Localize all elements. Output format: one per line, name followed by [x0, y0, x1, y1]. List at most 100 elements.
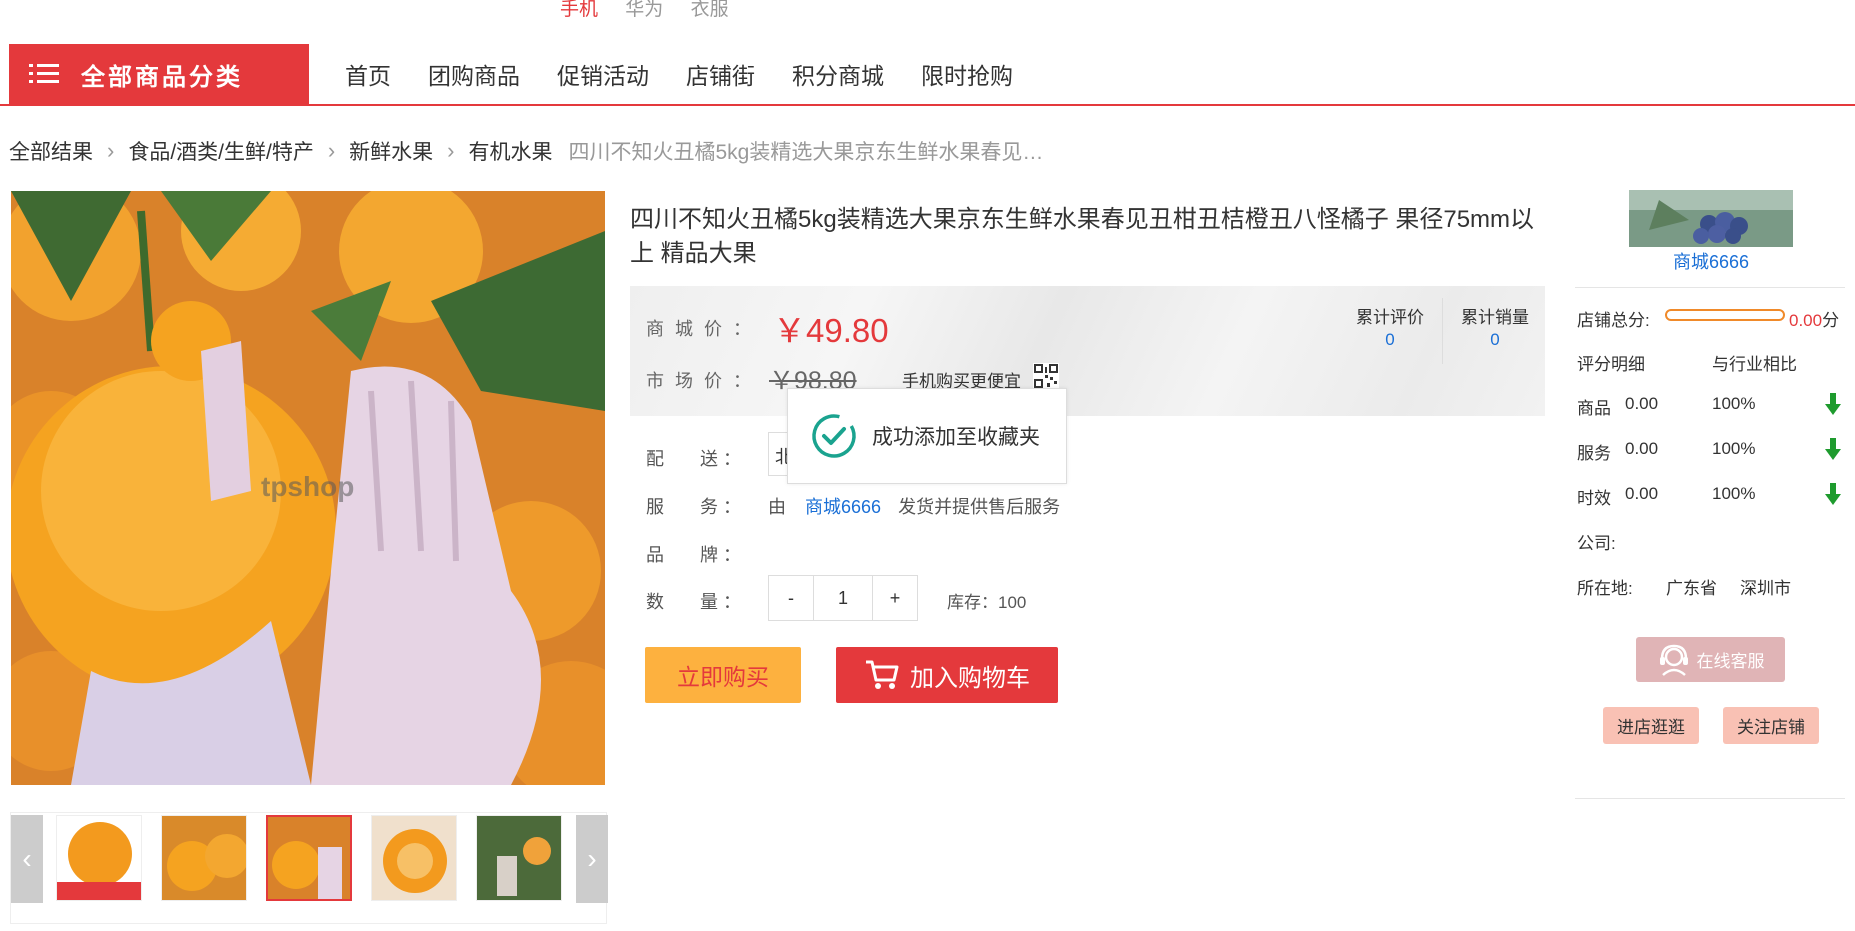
thumbnail[interactable]: [476, 815, 562, 901]
follow-shop-button[interactable]: 关注店铺: [1723, 707, 1819, 744]
quantity-input[interactable]: 1: [813, 576, 873, 620]
shop-logo-image: [1629, 190, 1793, 247]
service-info: 由 商城6666 发货并提供售后服务: [768, 493, 1060, 519]
quantity-minus-button[interactable]: -: [769, 576, 813, 620]
company-label: 公司:: [1577, 534, 1616, 553]
service-suffix: 发货并提供售后服务: [898, 497, 1061, 517]
online-service-button[interactable]: 在线客服: [1636, 637, 1785, 682]
divider: [1575, 798, 1845, 799]
breadcrumb-item[interactable]: 有机水果: [469, 136, 553, 166]
all-categories-label: 全部商品分类: [81, 63, 243, 91]
enter-shop-button[interactable]: 进店逛逛: [1603, 707, 1699, 744]
review-stat: 累计评价 0: [1350, 303, 1430, 350]
quantity-plus-button[interactable]: +: [873, 576, 917, 620]
main-nav: 首页 团购商品 促销活动 店铺街 积分商城 限时抢购: [345, 44, 1050, 104]
mall-price: ￥49.80: [773, 312, 889, 349]
sales-label: 累计销量: [1461, 308, 1529, 327]
online-service-label: 在线客服: [1696, 652, 1765, 671]
all-categories-button[interactable]: 全部商品分类: [9, 44, 309, 104]
hot-search-words: 手机 华为 衣服: [560, 0, 751, 21]
thumbnail[interactable]: [56, 815, 142, 901]
nav-home[interactable]: 首页: [345, 57, 391, 91]
breadcrumb-current: 四川不知火丑橘5kg装精选大果京东生鲜水果春见…: [568, 141, 1044, 164]
main-product-image[interactable]: tpshop: [11, 191, 605, 785]
nav-points-mall[interactable]: 积分商城: [792, 57, 884, 91]
hot-word[interactable]: 华为: [625, 0, 663, 20]
cart-icon: [866, 660, 899, 689]
shop-score-unit: 分: [1822, 311, 1840, 330]
service-prefix: 由: [768, 497, 786, 517]
hot-word[interactable]: 衣服: [691, 0, 729, 20]
hot-word[interactable]: 手机: [560, 0, 598, 20]
chevron-right-icon: ›: [107, 138, 115, 163]
location-province: 广东省: [1666, 579, 1717, 598]
product-title: 四川不知火丑橘5kg装精选大果京东生鲜水果春见丑柑丑桔橙丑八怪橘子 果径75mm…: [630, 206, 1535, 267]
nav-group-buy[interactable]: 团购商品: [428, 57, 520, 91]
watermark: tpshop: [261, 471, 355, 502]
shop-name-link[interactable]: 商城6666: [1629, 248, 1793, 274]
shop-total-score-label: 店铺总分:: [1577, 311, 1650, 330]
add-to-cart-button[interactable]: 加入购物车: [836, 647, 1058, 703]
industry-compare-label: 与行业相比: [1712, 355, 1797, 374]
arrow-down-icon: [1825, 483, 1841, 505]
nav-shop-street[interactable]: 店铺街: [686, 57, 755, 91]
service-shop-link[interactable]: 商城6666: [805, 497, 881, 517]
breadcrumb: 全部结果 › 食品/酒类/生鲜/特产 › 新鲜水果 › 有机水果 四川不知火丑橘…: [9, 136, 1043, 166]
headset-icon: [1659, 644, 1688, 676]
score-row-timing-score: 0.00: [1625, 484, 1659, 503]
buy-now-button[interactable]: 立即购买: [645, 647, 801, 703]
location-label: 所在地:: [1577, 579, 1633, 598]
thumbnail-active[interactable]: [266, 815, 352, 901]
market-price-label: 市 场 价 ：: [646, 371, 755, 391]
toast-message: 成功添加至收藏夹: [872, 426, 1040, 449]
stock-text: 库存：100: [947, 593, 1027, 612]
score-detail-label: 评分明细: [1577, 355, 1645, 374]
thumbnail[interactable]: [371, 815, 457, 901]
chevron-right-icon[interactable]: ›: [576, 815, 608, 903]
thumbnail-image: [268, 817, 350, 899]
add-to-cart-label: 加入购物车: [910, 664, 1030, 692]
thumbnail[interactable]: [161, 815, 247, 901]
quantity-stepper: - 1 +: [768, 575, 918, 621]
sales-count: 0: [1490, 330, 1500, 349]
menu-icon: [29, 63, 59, 85]
quantity-label: 数 量 ：: [646, 592, 742, 612]
price-panel: 商 城 价 ： ￥49.80 市 场 价 ： ￥98.80 手机购买更便宜 累计…: [630, 286, 1545, 416]
divider: [1442, 298, 1443, 364]
thumbnail-image: [57, 816, 141, 900]
service-label: 服 务 ：: [646, 497, 742, 517]
thumbnail-image: [477, 816, 561, 900]
score-row-service-score: 0.00: [1625, 439, 1659, 458]
sales-stat: 累计销量 0: [1455, 303, 1535, 350]
nav-flash-sale[interactable]: 限时抢购: [921, 57, 1013, 91]
chevron-right-icon: ›: [327, 138, 336, 163]
shop-total-score-value: 0.00: [1789, 311, 1823, 330]
nav-promotions[interactable]: 促销活动: [557, 57, 649, 91]
score-row-service-name: 服务: [1577, 444, 1611, 463]
qr-code-icon[interactable]: [1033, 363, 1059, 389]
breadcrumb-item[interactable]: 食品/酒类/生鲜/特产: [128, 136, 314, 166]
breadcrumb-item[interactable]: 新鲜水果: [349, 136, 433, 166]
delivery-label: 配 送 ：: [646, 449, 742, 469]
shop-logo[interactable]: [1629, 190, 1793, 247]
review-count[interactable]: 0: [1350, 330, 1430, 350]
score-row-timing-name: 时效: [1577, 489, 1611, 508]
location-city: 深圳市: [1740, 579, 1791, 598]
chevron-right-icon: ›: [447, 138, 455, 163]
divider: [1575, 287, 1845, 288]
score-row-goods-pct: 100%: [1712, 394, 1756, 413]
review-label: 累计评价: [1356, 308, 1424, 327]
thumbnail-image: [372, 816, 456, 900]
arrow-down-icon: [1825, 438, 1841, 460]
mall-price-label: 商 城 价 ：: [646, 319, 755, 339]
score-row-goods-name: 商品: [1577, 399, 1611, 418]
shop-total-score: 0.00分: [1789, 306, 1839, 331]
breadcrumb-item[interactable]: 全部结果: [9, 136, 93, 166]
brand-label: 品 牌 ：: [646, 545, 742, 565]
arrow-down-icon: [1825, 393, 1841, 415]
thumbnail-strip: ‹ ›: [10, 812, 608, 924]
score-row-timing-pct: 100%: [1712, 484, 1756, 503]
chevron-left-icon[interactable]: ‹: [11, 815, 43, 903]
thumbnail-image: [162, 816, 246, 900]
success-toast: 成功添加至收藏夹: [787, 388, 1067, 484]
